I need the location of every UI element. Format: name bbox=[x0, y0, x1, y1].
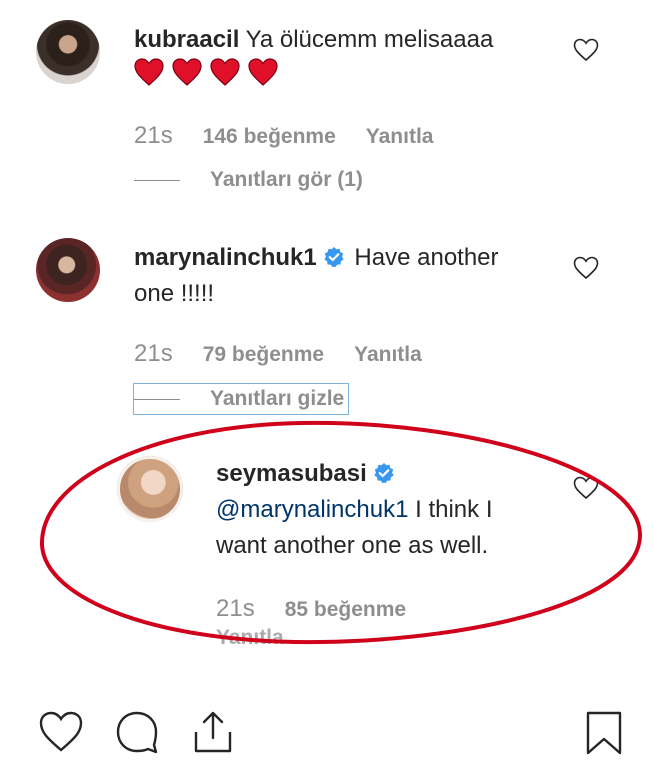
view-replies-button[interactable]: Yanıtları gör (1) bbox=[134, 168, 363, 192]
comment-text: Have another bbox=[354, 244, 499, 271]
reply-time[interactable]: 21s bbox=[216, 595, 255, 623]
red-heart-emoji-icon bbox=[134, 58, 164, 86]
divider-line bbox=[134, 179, 180, 181]
comment-text: Ya ölücemm melisaaaa bbox=[245, 26, 494, 53]
reply-text-cont: want another one as well. bbox=[216, 532, 489, 559]
avatar-seymasubasi[interactable] bbox=[117, 456, 183, 522]
mention-link[interactable]: @marynalinchuk1 bbox=[216, 496, 408, 523]
reply-button[interactable]: Yanıtla bbox=[366, 125, 434, 149]
comment-icon[interactable] bbox=[114, 710, 160, 754]
bookmark-icon[interactable] bbox=[584, 710, 624, 756]
post-actions-bar bbox=[38, 710, 628, 756]
red-heart-emoji-icon bbox=[248, 58, 278, 86]
comment-text-cont: one !!!!! bbox=[134, 280, 215, 307]
heart-emoji-row bbox=[134, 58, 278, 86]
comment-username[interactable]: kubraacil bbox=[134, 26, 239, 53]
reply-actions: Yanıtla bbox=[216, 626, 284, 650]
reply-username[interactable]: seymasubasi bbox=[216, 460, 367, 487]
reply-text: I think I bbox=[408, 496, 493, 523]
comment-time[interactable]: 21s bbox=[134, 340, 173, 368]
comment-meta: 21s 79 beğenme Yanıtla bbox=[134, 340, 422, 368]
heart-icon[interactable] bbox=[38, 710, 84, 754]
share-icon[interactable] bbox=[190, 710, 236, 754]
reply-button[interactable]: Yanıtla bbox=[216, 626, 284, 650]
reply-meta: 21s 85 beğenme bbox=[216, 595, 436, 623]
reply-button[interactable]: Yanıtla bbox=[354, 343, 422, 367]
comment-marynalinchuk1: marynalinchuk1 Have another one !!!!! bbox=[134, 240, 499, 312]
comment-time[interactable]: 21s bbox=[134, 122, 173, 150]
reply-likes[interactable]: 85 beğenme bbox=[285, 598, 406, 622]
hide-replies-label: Yanıtları gizle bbox=[210, 387, 345, 410]
avatar-kubraacil[interactable] bbox=[36, 20, 100, 84]
avatar-marynalinchuk1[interactable] bbox=[36, 238, 100, 302]
comment-likes[interactable]: 146 beğenme bbox=[203, 125, 336, 149]
hide-replies-button[interactable]: Yanıtları gizle bbox=[132, 383, 350, 415]
comment-meta: 21s 146 beğenme Yanıtla bbox=[134, 122, 433, 150]
comment-username[interactable]: marynalinchuk1 bbox=[134, 244, 317, 271]
verified-badge-icon bbox=[324, 247, 344, 268]
red-heart-emoji-icon bbox=[210, 58, 240, 86]
reply-like-heart-icon[interactable] bbox=[573, 476, 599, 500]
comment-like-heart-icon[interactable] bbox=[573, 256, 599, 280]
reply-seymasubasi: seymasubasi @marynalinchuk1 I think I wa… bbox=[216, 456, 493, 564]
red-heart-emoji-icon bbox=[172, 58, 202, 86]
comment-like-heart-icon[interactable] bbox=[573, 38, 599, 62]
divider-line bbox=[134, 398, 180, 400]
verified-badge-icon bbox=[374, 463, 394, 484]
comment-likes[interactable]: 79 beğenme bbox=[203, 343, 324, 367]
view-replies-label: Yanıtları gör (1) bbox=[210, 168, 363, 191]
comment-kubraacil: kubraacil Ya ölücemm melisaaaa bbox=[134, 22, 493, 58]
